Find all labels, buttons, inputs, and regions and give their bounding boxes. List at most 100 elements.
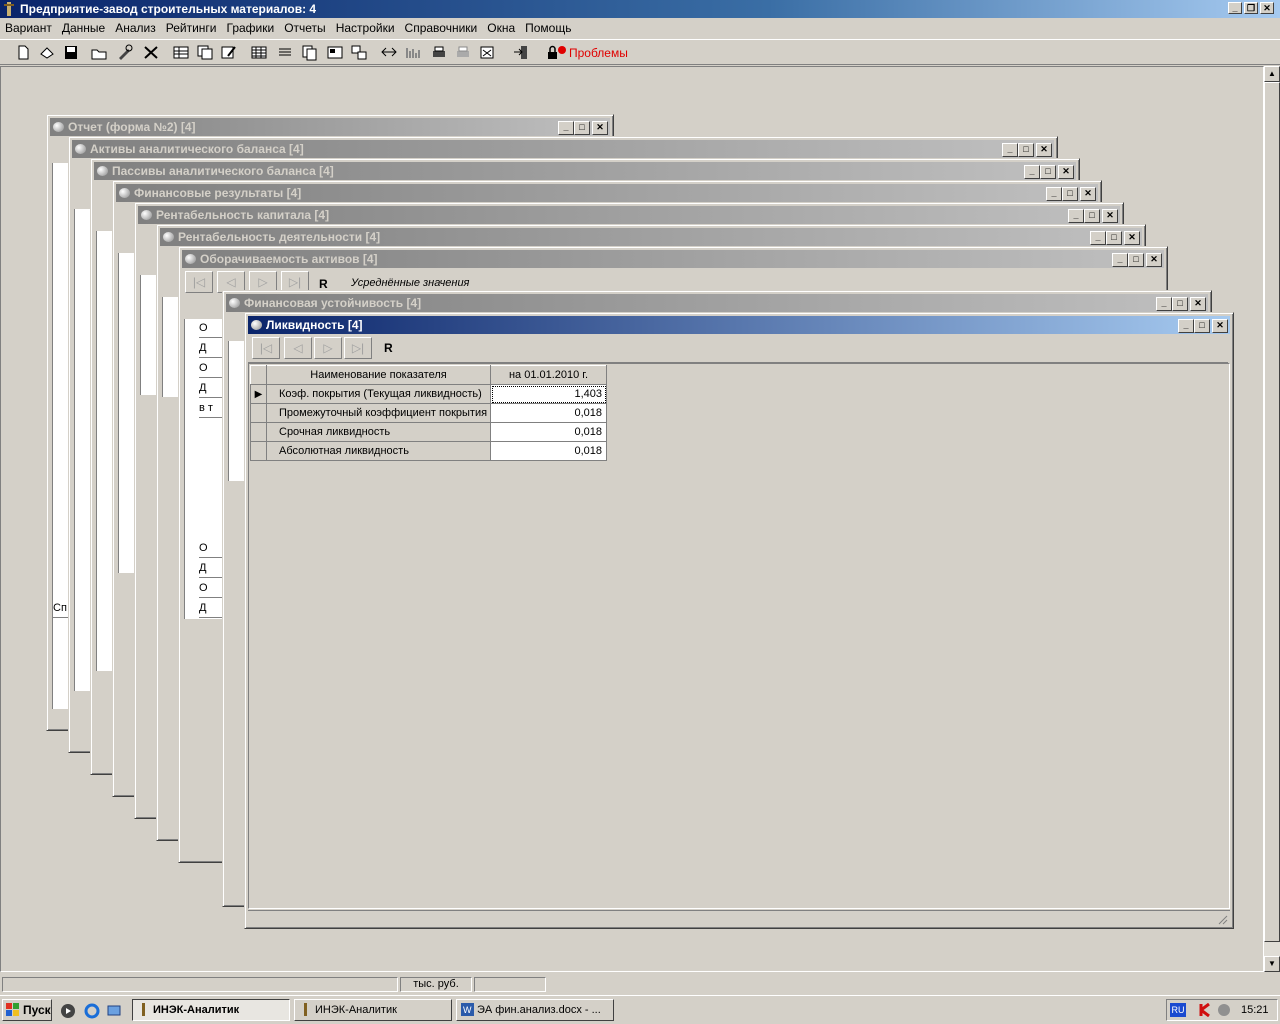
language-indicator[interactable]: RU: [1170, 1003, 1186, 1017]
minimize-button[interactable]: _: [1112, 253, 1128, 267]
table-row[interactable]: ▶ Коэф. покрытия (Текущая ликвидность) 1…: [250, 384, 607, 404]
scroll-up-arrow-icon[interactable]: ▲: [1264, 66, 1280, 82]
window-icon: [97, 166, 108, 176]
maximize-button[interactable]: □: [1062, 187, 1078, 201]
minimize-button[interactable]: _: [558, 121, 574, 135]
internet-explorer-icon[interactable]: [84, 1003, 100, 1019]
maximize-button[interactable]: □: [1194, 319, 1210, 333]
new-document-icon[interactable]: [14, 44, 32, 61]
maximize-button[interactable]: □: [574, 121, 590, 135]
window-icon: [185, 254, 196, 264]
taskbar-item-word-doc[interactable]: W ЭА фин.анализ.docx - ...: [456, 999, 614, 1021]
network-icon[interactable]: [1217, 1003, 1231, 1017]
minimize-button[interactable]: _: [1046, 187, 1062, 201]
menu-analysis[interactable]: Анализ: [110, 21, 161, 35]
menu-settings[interactable]: Настройки: [331, 21, 400, 35]
pages-icon[interactable]: [300, 44, 318, 61]
close-button[interactable]: ✕: [1190, 297, 1206, 311]
nav-first-button[interactable]: |◁: [185, 271, 213, 293]
table-row[interactable]: Промежуточный коэффициент покрытия 0,018: [250, 403, 607, 423]
table-icon[interactable]: [172, 44, 190, 61]
table-row[interactable]: Абсолютная ликвидность 0,018: [250, 441, 607, 461]
close-button[interactable]: ✕: [1080, 187, 1096, 201]
app-restore-button[interactable]: ❐: [1244, 2, 1258, 14]
grid-icon[interactable]: [250, 44, 268, 61]
nav-prev-button[interactable]: ◁: [284, 337, 312, 359]
scroll-thumb[interactable]: [1264, 82, 1280, 942]
close-button[interactable]: ✕: [1102, 209, 1118, 223]
tools-icon[interactable]: [116, 44, 134, 61]
menu-references[interactable]: Справочники: [400, 21, 483, 35]
row-indicator: [250, 422, 267, 442]
list-icon[interactable]: [276, 44, 294, 61]
menu-ratings[interactable]: Рейтинги: [161, 21, 222, 35]
table-row[interactable]: Срочная ликвидность 0,018: [250, 422, 607, 442]
minimize-button[interactable]: _: [1156, 297, 1172, 311]
settings-icon[interactable]: [478, 44, 496, 61]
maximize-button[interactable]: □: [1084, 209, 1100, 223]
start-button[interactable]: Пуск: [2, 999, 52, 1021]
edit-icon[interactable]: [220, 44, 238, 61]
eraser-icon[interactable]: [38, 44, 56, 61]
indicator-value[interactable]: 0,018: [490, 422, 607, 442]
minimize-button[interactable]: _: [1002, 143, 1018, 157]
grid-edge: О Д О Д в т О Д О Д: [184, 319, 227, 619]
app-minimize-button[interactable]: _: [1228, 2, 1242, 14]
exit-icon[interactable]: [512, 44, 530, 61]
minimize-button[interactable]: _: [1090, 231, 1106, 245]
minimize-button[interactable]: _: [1068, 209, 1084, 223]
nav-last-button[interactable]: ▷|: [344, 337, 372, 359]
taskbar-item-inek-2[interactable]: ИНЭК-Аналитик: [294, 999, 452, 1021]
close-button[interactable]: ✕: [1146, 253, 1162, 267]
liquidity-grid[interactable]: Наименование показателя на 01.01.2010 г.…: [248, 363, 1230, 909]
forms-icon[interactable]: [350, 44, 368, 61]
print-icon[interactable]: [430, 44, 448, 61]
maximize-button[interactable]: □: [1040, 165, 1056, 179]
menu-data[interactable]: Данные: [57, 21, 110, 35]
maximize-button[interactable]: □: [1128, 253, 1144, 267]
scroll-down-arrow-icon[interactable]: ▼: [1264, 956, 1280, 972]
r-button[interactable]: R: [319, 277, 328, 291]
maximize-button[interactable]: □: [1106, 231, 1122, 245]
close-button[interactable]: ✕: [1124, 231, 1140, 245]
copy-table-icon[interactable]: [196, 44, 214, 61]
taskbar-item-inek-1[interactable]: ИНЭК-Аналитик: [132, 999, 290, 1021]
problems-button[interactable]: Проблемы: [547, 45, 628, 61]
close-button[interactable]: ✕: [1036, 143, 1052, 157]
media-player-icon[interactable]: [60, 1003, 76, 1019]
minimize-button[interactable]: _: [1178, 319, 1194, 333]
indicator-value[interactable]: 0,018: [490, 403, 607, 423]
save-icon[interactable]: [62, 44, 80, 61]
nav-next-button[interactable]: ▷: [314, 337, 342, 359]
close-button[interactable]: ✕: [1212, 319, 1228, 333]
window-icon: [163, 232, 174, 242]
menu-variant[interactable]: Вариант: [0, 21, 57, 35]
menu-help[interactable]: Помощь: [520, 21, 576, 35]
desktop-icon[interactable]: [106, 1003, 122, 1019]
indicator-value[interactable]: 0,018: [490, 441, 607, 461]
nav-first-button[interactable]: |◁: [252, 337, 280, 359]
menu-windows[interactable]: Окна: [482, 21, 520, 35]
menu-reports[interactable]: Отчеты: [279, 21, 330, 35]
mdi-vertical-scrollbar[interactable]: ▲ ▼: [1264, 66, 1280, 972]
minimize-button[interactable]: _: [1024, 165, 1040, 179]
antivirus-icon[interactable]: [1199, 1003, 1213, 1017]
close-button[interactable]: ✕: [1058, 165, 1074, 179]
menu-charts[interactable]: Графики: [222, 21, 280, 35]
close-button[interactable]: ✕: [592, 121, 608, 135]
r-button[interactable]: R: [384, 341, 393, 355]
resize-grip-icon[interactable]: [1216, 913, 1228, 925]
indicator-value[interactable]: 1,403: [490, 384, 607, 404]
column-header-date[interactable]: на 01.01.2010 г.: [490, 365, 607, 385]
column-header-name[interactable]: Наименование показателя: [266, 365, 491, 385]
maximize-button[interactable]: □: [1018, 143, 1034, 157]
chart-icon[interactable]: [404, 44, 422, 61]
transfer-icon[interactable]: [380, 44, 398, 61]
delete-icon[interactable]: [142, 44, 160, 61]
preview-icon[interactable]: [454, 44, 472, 61]
open-icon[interactable]: [90, 44, 108, 61]
maximize-button[interactable]: □: [1172, 297, 1188, 311]
app-close-button[interactable]: ✕: [1260, 2, 1274, 14]
clock[interactable]: 15:21: [1241, 1004, 1269, 1016]
report-icon[interactable]: [326, 44, 344, 61]
